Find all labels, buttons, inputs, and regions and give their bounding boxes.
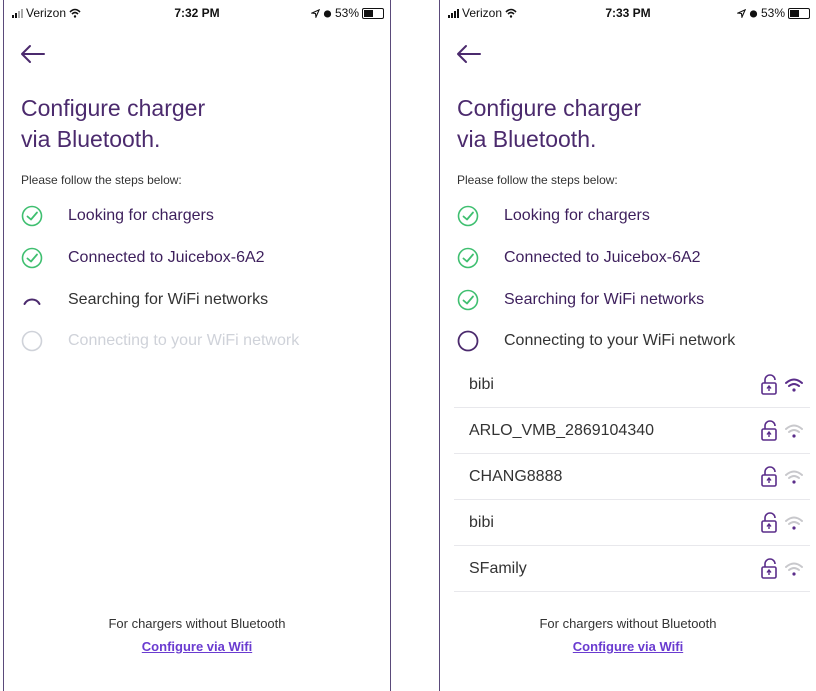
location-icon — [736, 8, 746, 18]
step-looking-for-chargers: Looking for chargers — [457, 203, 650, 229]
network-row[interactable]: SFamily — [454, 546, 810, 592]
battery-percent: 53% — [334, 6, 359, 20]
status-bar: Verizon 7:32 PM 53% — [4, 0, 390, 24]
step-label: Looking for chargers — [68, 207, 214, 224]
empty-circle-icon — [21, 330, 43, 352]
step-label: Connecting to your WiFi network — [504, 332, 736, 349]
check-circle-icon — [457, 289, 479, 311]
status-right: 53% — [310, 6, 384, 20]
check-circle-icon — [457, 247, 479, 269]
loading-spinner-icon — [23, 298, 41, 305]
location-icon — [310, 8, 320, 18]
step-searching-wifi: Searching for WiFi networks — [21, 287, 268, 313]
wifi-weak-icon — [785, 470, 803, 484]
back-arrow-icon[interactable] — [18, 40, 48, 68]
network-name: ARLO_VMB_2869104340 — [469, 421, 655, 439]
wifi-strong-icon — [785, 378, 803, 392]
network-name: bibi — [469, 513, 494, 531]
alarm-icon — [323, 9, 332, 18]
battery-icon — [788, 7, 810, 19]
step-connected: Connected to Juicebox-6A2 — [21, 245, 265, 271]
lock-icon — [761, 419, 777, 441]
wifi-network-list: bibi ARLO_VMB_2869104340 CHANG8888 bibi — [454, 362, 810, 592]
check-circle-icon — [457, 205, 479, 227]
check-circle-icon — [21, 247, 43, 269]
wifi-weak-icon — [785, 516, 803, 530]
battery-icon — [362, 7, 384, 19]
page-title: Configure charger via Bluetooth. — [21, 95, 206, 152]
wifi-weak-icon — [785, 424, 803, 438]
lock-icon — [761, 557, 777, 579]
network-row[interactable]: bibi — [454, 500, 810, 546]
alarm-icon — [749, 9, 758, 18]
lock-icon — [761, 465, 777, 487]
step-connecting-wifi: Connecting to your WiFi network — [21, 328, 299, 354]
step-label: Connecting to your WiFi network — [68, 332, 300, 349]
footer-text: For chargers without Bluetooth — [539, 616, 717, 631]
network-name: CHANG8888 — [469, 467, 563, 485]
step-label: Connected to Juicebox-6A2 — [504, 249, 701, 266]
step-label: Connected to Juicebox-6A2 — [68, 249, 265, 266]
lock-icon — [761, 511, 777, 533]
status-right: 53% — [736, 6, 810, 20]
network-row[interactable]: bibi — [454, 362, 810, 408]
status-bar: Verizon 7:33 PM 53% — [440, 0, 816, 24]
lock-icon — [761, 373, 777, 395]
footer-text: For chargers without Bluetooth — [108, 616, 286, 631]
instructions: Please follow the steps below: — [21, 173, 182, 187]
network-row[interactable]: CHANG8888 — [454, 454, 810, 500]
step-connected: Connected to Juicebox-6A2 — [457, 245, 701, 271]
step-label: Searching for WiFi networks — [68, 291, 269, 308]
empty-circle-icon — [457, 330, 479, 352]
battery-percent: 53% — [760, 6, 785, 20]
back-arrow-icon[interactable] — [454, 40, 484, 68]
step-label: Searching for WiFi networks — [504, 291, 705, 308]
screen-searching-wifi: Verizon 7:32 PM 53% Configure charger vi… — [3, 0, 391, 691]
step-looking-for-chargers: Looking for chargers — [21, 203, 214, 229]
instructions: Please follow the steps below: — [457, 173, 618, 187]
page-title: Configure charger via Bluetooth. — [457, 95, 642, 152]
step-label: Looking for chargers — [504, 207, 650, 224]
configure-via-wifi-link[interactable]: Configure via Wifi — [440, 639, 816, 654]
network-name: bibi — [469, 375, 494, 393]
network-name: SFamily — [469, 559, 527, 577]
wifi-weak-icon — [785, 562, 803, 576]
network-row[interactable]: ARLO_VMB_2869104340 — [454, 408, 810, 454]
check-circle-icon — [21, 205, 43, 227]
step-connecting-wifi: Connecting to your WiFi network — [457, 328, 735, 354]
step-searching-wifi: Searching for WiFi networks — [457, 287, 704, 313]
configure-via-wifi-link[interactable]: Configure via Wifi — [4, 639, 390, 654]
screen-select-network: Verizon 7:33 PM 53% Configure charger vi… — [439, 0, 816, 691]
